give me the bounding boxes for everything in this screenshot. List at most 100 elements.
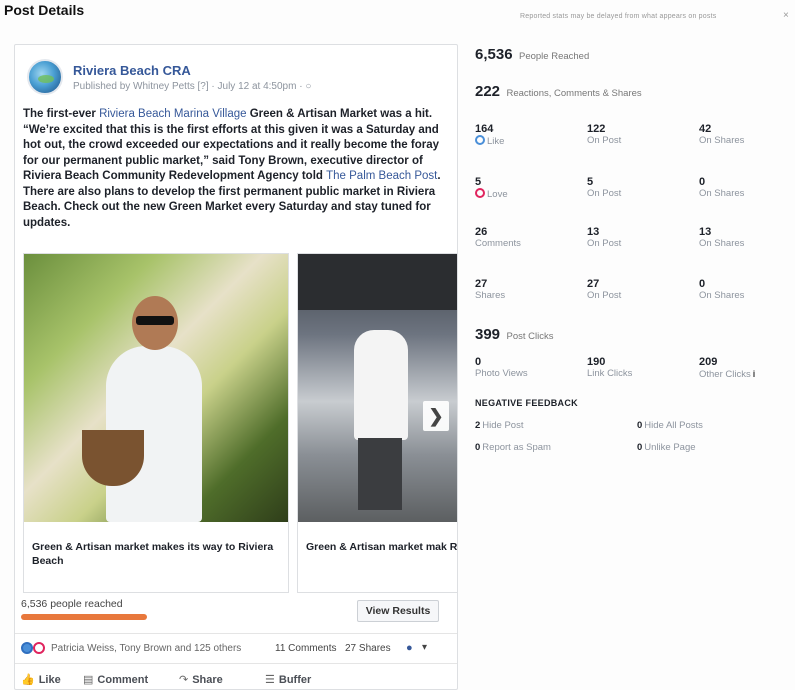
stat-label: On Post bbox=[587, 290, 622, 301]
stat-value: 190 bbox=[587, 356, 606, 368]
avatar[interactable] bbox=[27, 59, 63, 95]
stat-value: 26 bbox=[475, 226, 488, 238]
share-button[interactable]: ↷ Share bbox=[179, 673, 223, 686]
like-stat: 164 Like bbox=[475, 123, 585, 148]
reactions-row: Patricia Weiss, Tony Brown and 125 other… bbox=[21, 641, 451, 657]
hide-all-posts-stat: 0 Hide All Posts bbox=[637, 420, 703, 431]
marina-village-link[interactable]: Riviera Beach Marina Village bbox=[99, 108, 246, 120]
love-icon bbox=[475, 188, 485, 198]
comments-on-post-stat: 13 On Post bbox=[587, 226, 697, 250]
stat-label: Shares bbox=[475, 290, 506, 301]
post-clicks-stat: 399 Post Clicks bbox=[475, 326, 553, 344]
like-on-post-stat: 122 On Post bbox=[587, 123, 697, 147]
divider bbox=[15, 663, 457, 664]
shares-stat: 27 Shares bbox=[475, 278, 585, 302]
engagement-stat: 222 Reactions, Comments & Shares bbox=[475, 83, 642, 101]
stat-value: 164 bbox=[475, 123, 494, 135]
stat-value: 5 bbox=[475, 176, 482, 188]
stat-value: 209 bbox=[699, 356, 718, 368]
palm-beach-post-link[interactable]: The Palm Beach Post bbox=[326, 170, 437, 182]
reach-progress-bar bbox=[21, 614, 147, 620]
thumbs-up-icon: 👍 bbox=[21, 674, 35, 686]
stat-label: People Reached bbox=[519, 51, 590, 62]
page-name-link[interactable]: Riviera Beach CRA bbox=[73, 63, 191, 78]
stat-value: 5 bbox=[587, 176, 594, 188]
market-photo-man-with-plants[interactable] bbox=[24, 254, 288, 522]
photo-figure bbox=[298, 254, 457, 310]
love-on-shares-stat: 0 On Shares bbox=[699, 176, 795, 200]
comment-icon: ▤ bbox=[83, 674, 94, 686]
stat-value: 0 bbox=[699, 176, 706, 188]
action-label: Comment bbox=[97, 674, 149, 686]
shares-on-post-stat: 27 On Post bbox=[587, 278, 697, 302]
report-spam-stat: 0 Report as Spam bbox=[475, 442, 551, 453]
like-reaction-icon bbox=[21, 642, 33, 654]
stat-value: 122 bbox=[587, 123, 606, 135]
carousel-card[interactable]: Green & Artisan market makes its way to … bbox=[23, 253, 289, 593]
stat-value: 13 bbox=[587, 226, 600, 238]
stat-value: 42 bbox=[699, 123, 712, 135]
shares-on-shares-stat: 0 On Shares bbox=[699, 278, 795, 302]
shares-count-link[interactable]: 27 Shares bbox=[345, 643, 391, 654]
buffer-icon: ☰ bbox=[265, 674, 275, 686]
stat-value: 13 bbox=[699, 226, 712, 238]
globe-icon[interactable]: ● bbox=[406, 642, 413, 654]
love-reaction-icon bbox=[33, 642, 45, 654]
stat-label: Photo Views bbox=[475, 368, 528, 379]
stat-value: 0 bbox=[637, 442, 643, 453]
action-label: Share bbox=[192, 674, 223, 686]
market-photo-shoppers[interactable] bbox=[298, 254, 457, 522]
stat-value: 27 bbox=[475, 278, 488, 290]
stat-value: 27 bbox=[587, 278, 600, 290]
like-button[interactable]: 👍 Like bbox=[21, 673, 61, 686]
stat-label: On Post bbox=[587, 188, 622, 199]
info-icon[interactable]: i bbox=[753, 369, 756, 379]
stat-label: Report as Spam bbox=[482, 442, 551, 453]
stat-label: On Shares bbox=[699, 238, 745, 249]
stat-label: On Shares bbox=[699, 290, 745, 301]
carousel-caption[interactable]: Green & Artisan market makes its way to … bbox=[32, 540, 282, 568]
stat-value: 2 bbox=[475, 420, 481, 431]
stat-value: 0 bbox=[637, 420, 643, 431]
post-header: Riviera Beach CRA Published by Whitney P… bbox=[27, 59, 447, 99]
post-stats-panel: 6,536 People Reached 222 Reactions, Comm… bbox=[475, 0, 795, 690]
page-title: Post Details bbox=[4, 2, 85, 18]
stat-label: Hide Post bbox=[482, 420, 524, 431]
stat-label: Link Clicks bbox=[587, 368, 633, 379]
buffer-button[interactable]: ☰ Buffer bbox=[265, 673, 311, 686]
view-results-button[interactable]: View Results bbox=[357, 600, 439, 622]
chevron-down-icon[interactable]: ▾ bbox=[422, 642, 427, 653]
comment-button[interactable]: ▤ Comment bbox=[83, 673, 148, 686]
people-reached-stat: 6,536 People Reached bbox=[475, 46, 589, 64]
photo-views-stat: 0 Photo Views bbox=[475, 356, 585, 380]
post-text: The first-ever Riviera Beach Marina Vill… bbox=[23, 107, 451, 231]
negative-feedback-heading: NEGATIVE FEEDBACK bbox=[475, 398, 578, 408]
stat-label: On Shares bbox=[699, 188, 745, 199]
stat-label: Love bbox=[487, 189, 508, 200]
photo-figure bbox=[82, 430, 144, 486]
stat-value: 6,536 bbox=[475, 46, 513, 63]
other-clicks-stat: 209 Other Clicks i bbox=[699, 356, 795, 381]
love-stat: 5 Love bbox=[475, 176, 585, 201]
stat-value: 0 bbox=[475, 356, 482, 368]
stat-label: On Post bbox=[587, 135, 622, 146]
link-clicks-stat: 190 Link Clicks bbox=[587, 356, 697, 380]
post-card: Riviera Beach CRA Published by Whitney P… bbox=[14, 44, 458, 690]
stat-value: 399 bbox=[475, 326, 501, 343]
love-on-post-stat: 5 On Post bbox=[587, 176, 697, 200]
reaction-names-link[interactable]: Patricia Weiss, Tony Brown and 125 other… bbox=[51, 643, 241, 654]
stat-label: Other Clicks bbox=[699, 369, 751, 380]
hide-post-stat: 2 Hide Post bbox=[475, 420, 523, 431]
comments-count-link[interactable]: 11 Comments bbox=[275, 643, 337, 654]
chevron-right-icon[interactable]: ❯ bbox=[423, 401, 449, 431]
like-icon bbox=[475, 135, 485, 145]
unlike-page-stat: 0 Unlike Page bbox=[637, 442, 696, 453]
stat-label: Comments bbox=[475, 238, 521, 249]
like-on-shares-stat: 42 On Shares bbox=[699, 123, 795, 147]
stat-label: On Post bbox=[587, 238, 622, 249]
stat-value: 222 bbox=[475, 83, 501, 100]
action-label: Like bbox=[38, 674, 61, 686]
comments-on-shares-stat: 13 On Shares bbox=[699, 226, 795, 250]
photo-figure bbox=[136, 316, 174, 325]
carousel-caption[interactable]: Green & Artisan market mak Riviera Beach bbox=[306, 540, 457, 554]
